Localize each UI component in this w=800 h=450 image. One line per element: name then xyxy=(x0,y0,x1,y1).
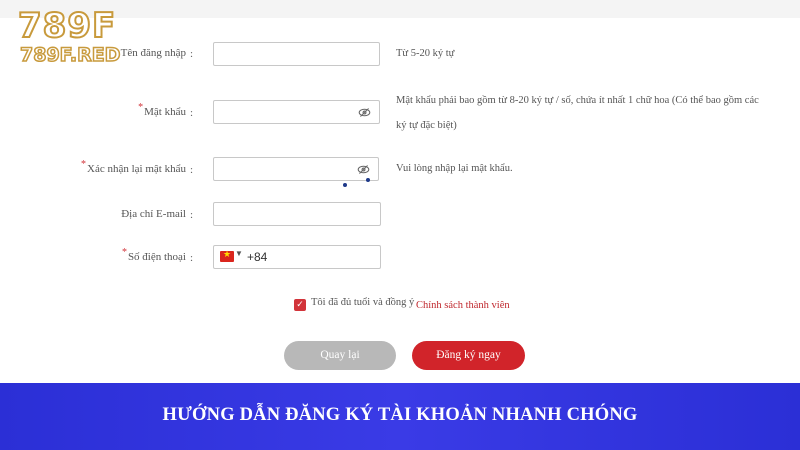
password-hint-line1: Mật khẩu phải bao gồm từ 8-20 ký tự / số… xyxy=(396,95,759,106)
username-hint: Từ 5-20 ký tự xyxy=(396,48,455,59)
phone-label: *Số điện thoại xyxy=(121,247,186,263)
email-colon: : xyxy=(190,209,194,221)
required-mark: * xyxy=(121,247,127,258)
username-colon: : xyxy=(190,48,194,60)
username-label: Tên đăng nhập xyxy=(120,47,186,59)
confirm-password-label: *Xác nhận lại mật khẩu xyxy=(81,159,186,175)
chevron-down-icon[interactable]: ▼ xyxy=(235,249,243,258)
banner-title: HƯỚNG DẪN ĐĂNG KÝ TÀI KHOẢN NHANH CHÓNG xyxy=(162,405,638,425)
confirm-password-hint: Vui lòng nhập lại mật khẩu. xyxy=(396,163,513,174)
member-policy-link[interactable]: Chính sách thành viên xyxy=(416,300,510,311)
confirm-password-colon: : xyxy=(190,164,194,176)
bottom-banner: HƯỚNG DẪN ĐĂNG KÝ TÀI KHOẢN NHANH CHÓNG xyxy=(0,383,800,450)
back-button[interactable]: Quay lại xyxy=(284,341,396,370)
check-icon: ✓ xyxy=(296,300,304,310)
cursor-dot xyxy=(366,178,370,182)
confirm-password-input[interactable] xyxy=(213,157,379,181)
top-strip xyxy=(0,0,800,18)
required-mark: * xyxy=(138,102,144,113)
email-input[interactable] xyxy=(213,202,381,226)
phone-colon: : xyxy=(190,252,194,264)
email-label: Địa chỉ E-mail xyxy=(121,208,186,220)
register-now-button[interactable]: Đăng ký ngay xyxy=(412,341,525,370)
username-input[interactable] xyxy=(213,42,380,66)
password-input[interactable] xyxy=(213,100,380,124)
agree-text: Tôi đã đủ tuổi và đồng ý xyxy=(311,297,415,308)
phone-input[interactable]: ▼ +84 xyxy=(213,245,381,269)
cursor-dot xyxy=(343,183,347,187)
eye-slash-icon[interactable] xyxy=(358,106,371,119)
password-hint-line2: ký tự đặc biệt) xyxy=(396,120,457,131)
password-label: *Mật khẩu xyxy=(138,102,186,118)
phone-prefix: +84 xyxy=(247,250,268,264)
password-colon: : xyxy=(190,107,194,119)
required-mark: * xyxy=(81,159,87,170)
agree-checkbox[interactable]: ✓ xyxy=(294,299,306,311)
eye-slash-icon[interactable] xyxy=(357,163,370,176)
vietnam-flag-icon[interactable] xyxy=(220,249,234,262)
